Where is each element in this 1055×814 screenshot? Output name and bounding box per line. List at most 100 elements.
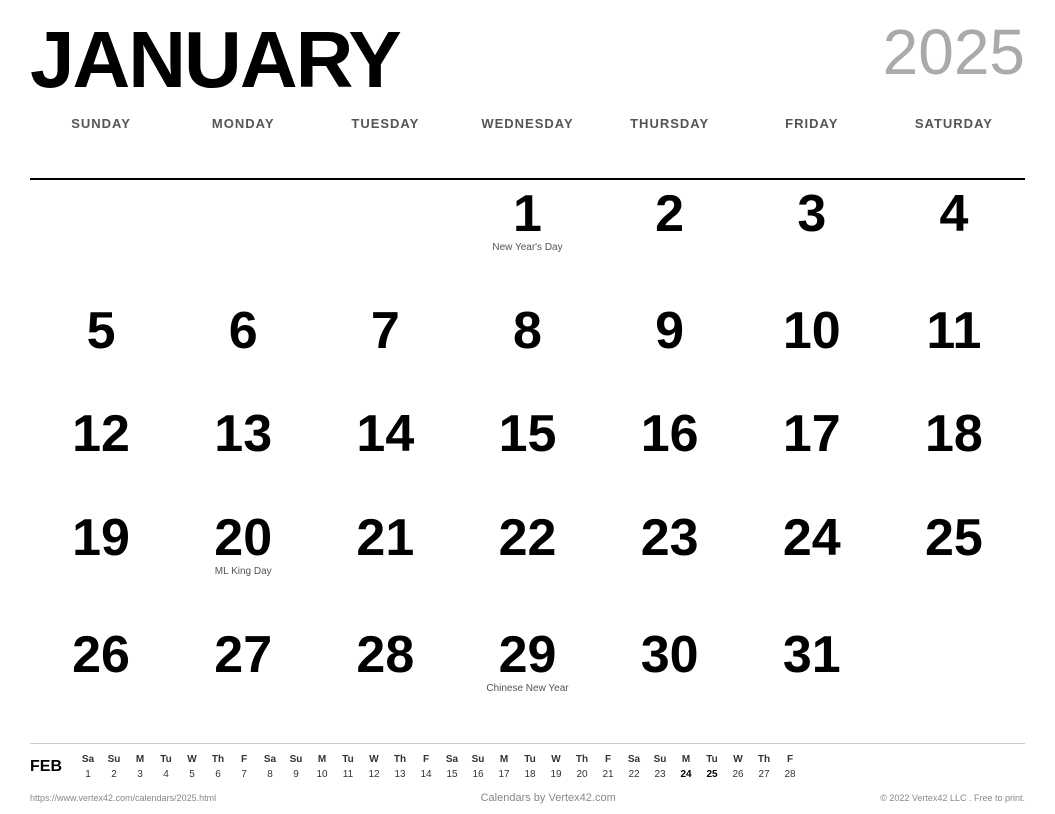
day-number: 29: [499, 629, 557, 681]
day-number: 21: [356, 512, 414, 564]
day-cell: 17: [741, 400, 883, 503]
mini-day: 5: [179, 767, 205, 782]
calendar-container: JANUARY 2025 SUNDAYMONDAYTUESDAYWEDNESDA…: [0, 0, 1055, 814]
day-cell: 22: [456, 504, 598, 621]
day-cell: [883, 621, 1025, 738]
day-number: 3: [797, 188, 826, 240]
day-cell: 29 Chinese New Year: [456, 621, 598, 738]
mini-header: Su: [101, 752, 127, 767]
day-number: 28: [356, 629, 414, 681]
mini-header: M: [491, 752, 517, 767]
day-header-saturday: SATURDAY: [883, 110, 1025, 180]
day-number: 31: [783, 629, 841, 681]
mini-header: Th: [751, 752, 777, 767]
day-cell: 23: [599, 504, 741, 621]
mini-header: Th: [387, 752, 413, 767]
day-header-thursday: THURSDAY: [599, 110, 741, 180]
mini-day: 15: [439, 767, 465, 782]
day-number: 12: [72, 408, 130, 460]
day-cell: 2: [599, 180, 741, 297]
day-cell: 25: [883, 504, 1025, 621]
day-cell: 1New Year's Day: [456, 180, 598, 297]
mini-calendar-grid: SaSuMTuWThFSaSuMTuWThFSaSuMTuWThFSaSuMTu…: [75, 752, 1025, 782]
mini-day: 24: [673, 767, 699, 782]
mini-day: 23: [647, 767, 673, 782]
day-number: 6: [229, 305, 258, 357]
day-cell: 4: [883, 180, 1025, 297]
mini-day: 10: [309, 767, 335, 782]
day-number: 20: [214, 512, 272, 564]
day-header-tuesday: TUESDAY: [314, 110, 456, 180]
day-number: 23: [641, 512, 699, 564]
day-event: Chinese New Year: [486, 683, 568, 695]
day-number: 2: [655, 188, 684, 240]
mini-header: Tu: [517, 752, 543, 767]
mini-header: Su: [465, 752, 491, 767]
footer-left: https://www.vertex42.com/calendars/2025.…: [30, 793, 216, 803]
mini-day: 6: [205, 767, 231, 782]
day-cell: 30: [599, 621, 741, 738]
day-cell: 5: [30, 297, 172, 400]
mini-day: 8: [257, 767, 283, 782]
mini-header: M: [127, 752, 153, 767]
day-cell: 9: [599, 297, 741, 400]
year-title: 2025: [883, 20, 1025, 84]
day-number: 11: [926, 305, 981, 357]
mini-day: 4: [153, 767, 179, 782]
mini-header: W: [543, 752, 569, 767]
day-cell: 7: [314, 297, 456, 400]
mini-day: 16: [465, 767, 491, 782]
day-cell: 6: [172, 297, 314, 400]
day-cell: 3: [741, 180, 883, 297]
day-cell: 10: [741, 297, 883, 400]
mini-day: 17: [491, 767, 517, 782]
mini-header: M: [673, 752, 699, 767]
mini-day: 22: [621, 767, 647, 782]
day-number: 16: [641, 408, 699, 460]
day-cell: 13: [172, 400, 314, 503]
day-header-monday: MONDAY: [172, 110, 314, 180]
day-cell: 12: [30, 400, 172, 503]
day-number: 1: [513, 188, 542, 240]
day-cell: 24: [741, 504, 883, 621]
mini-header: W: [725, 752, 751, 767]
mini-month-label: FEB: [30, 758, 75, 776]
mini-header: F: [231, 752, 257, 767]
calendar-grid: SUNDAYMONDAYTUESDAYWEDNESDAYTHURSDAYFRID…: [30, 110, 1025, 738]
day-header-friday: FRIDAY: [741, 110, 883, 180]
mini-header: Tu: [335, 752, 361, 767]
day-number: 10: [783, 305, 841, 357]
mini-day: 28: [777, 767, 803, 782]
day-number: 4: [939, 188, 968, 240]
day-cell: 16: [599, 400, 741, 503]
mini-day: 3: [127, 767, 153, 782]
mini-day: 19: [543, 767, 569, 782]
mini-day: 26: [725, 767, 751, 782]
day-cell: 26: [30, 621, 172, 738]
mini-day: 27: [751, 767, 777, 782]
day-cell: 11: [883, 297, 1025, 400]
mini-day: 21: [595, 767, 621, 782]
day-cell: 28: [314, 621, 456, 738]
day-number: 24: [783, 512, 841, 564]
mini-header: Sa: [621, 752, 647, 767]
mini-header: W: [179, 752, 205, 767]
mini-header: Su: [283, 752, 309, 767]
mini-day: 13: [387, 767, 413, 782]
mini-day: 11: [335, 767, 361, 782]
day-number: 15: [499, 408, 557, 460]
day-number: 8: [513, 305, 542, 357]
mini-header: Th: [205, 752, 231, 767]
day-number: 14: [356, 408, 414, 460]
header-row: JANUARY 2025: [30, 20, 1025, 100]
footer-center: Calendars by Vertex42.com: [481, 792, 616, 804]
day-number: 30: [641, 629, 699, 681]
day-cell: 27: [172, 621, 314, 738]
mini-day: 7: [231, 767, 257, 782]
day-cell: 31: [741, 621, 883, 738]
day-cell: 14: [314, 400, 456, 503]
day-cell: 18: [883, 400, 1025, 503]
day-number: 27: [214, 629, 272, 681]
mini-day: 2: [101, 767, 127, 782]
day-cell: 20ML King Day: [172, 504, 314, 621]
